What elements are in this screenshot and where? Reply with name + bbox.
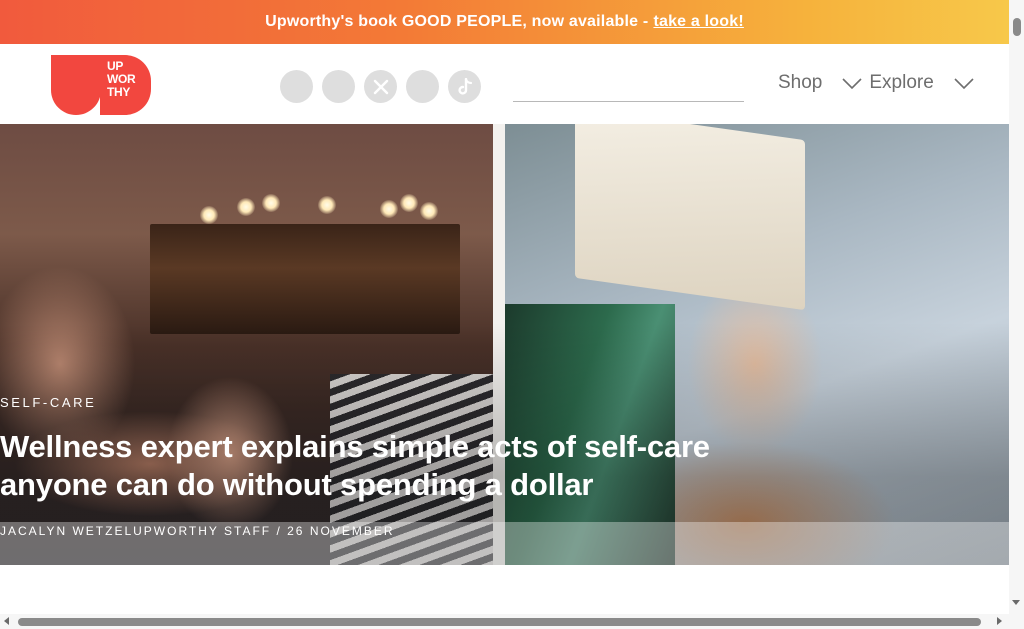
page: Upworthy's book GOOD PEOPLE, now availab… [0, 0, 1024, 629]
article-byline: JACALYN WETZELUPWORTHY STAFF / 26 NOVEMB… [0, 524, 395, 538]
site-header: UP WOR THY Shop Explore [0, 44, 1009, 124]
tiktok-icon[interactable] [448, 70, 481, 103]
nav-explore-label: Explore [869, 72, 934, 93]
banner-link[interactable]: take a look! [653, 13, 743, 31]
chevron-down-icon[interactable] [954, 76, 974, 90]
nav-shop-label: Shop [778, 72, 823, 93]
horizontal-scrollbar[interactable] [0, 614, 1009, 629]
youtube-icon[interactable] [406, 70, 439, 103]
scroll-right-arrow-icon[interactable] [997, 617, 1002, 625]
promo-banner: Upworthy's book GOOD PEOPLE, now availab… [0, 0, 1009, 44]
scroll-left-arrow-icon[interactable] [4, 617, 9, 625]
facebook-icon[interactable] [280, 70, 313, 103]
banner-text: Upworthy's book GOOD PEOPLE, now availab… [265, 13, 649, 30]
article-category[interactable]: SELF-CARE [0, 395, 96, 410]
scrollbar-corner [1009, 614, 1024, 629]
logo-wordmark: UP WOR THY [107, 59, 136, 99]
article-headline[interactable]: Wellness expert explains simple acts of … [0, 428, 800, 504]
main-nav: Shop Explore [778, 72, 974, 94]
chevron-down-icon[interactable] [842, 76, 862, 90]
horizontal-scroll-thumb[interactable] [18, 618, 981, 626]
vertical-scrollbar[interactable] [1009, 0, 1024, 614]
search-input[interactable] [513, 74, 744, 102]
instagram-icon[interactable] [322, 70, 355, 103]
logo-u-shape [51, 55, 101, 115]
x-twitter-icon[interactable] [364, 70, 397, 103]
nav-explore[interactable]: Explore [869, 72, 933, 94]
nav-shop[interactable]: Shop [778, 72, 822, 94]
vertical-scroll-thumb[interactable] [1013, 18, 1021, 36]
hero-article[interactable]: SELF-CARE Wellness expert explains simpl… [0, 124, 1009, 565]
social-links [280, 70, 481, 103]
scroll-down-arrow-icon[interactable] [1012, 600, 1020, 605]
upworthy-logo[interactable]: UP WOR THY [51, 55, 151, 115]
